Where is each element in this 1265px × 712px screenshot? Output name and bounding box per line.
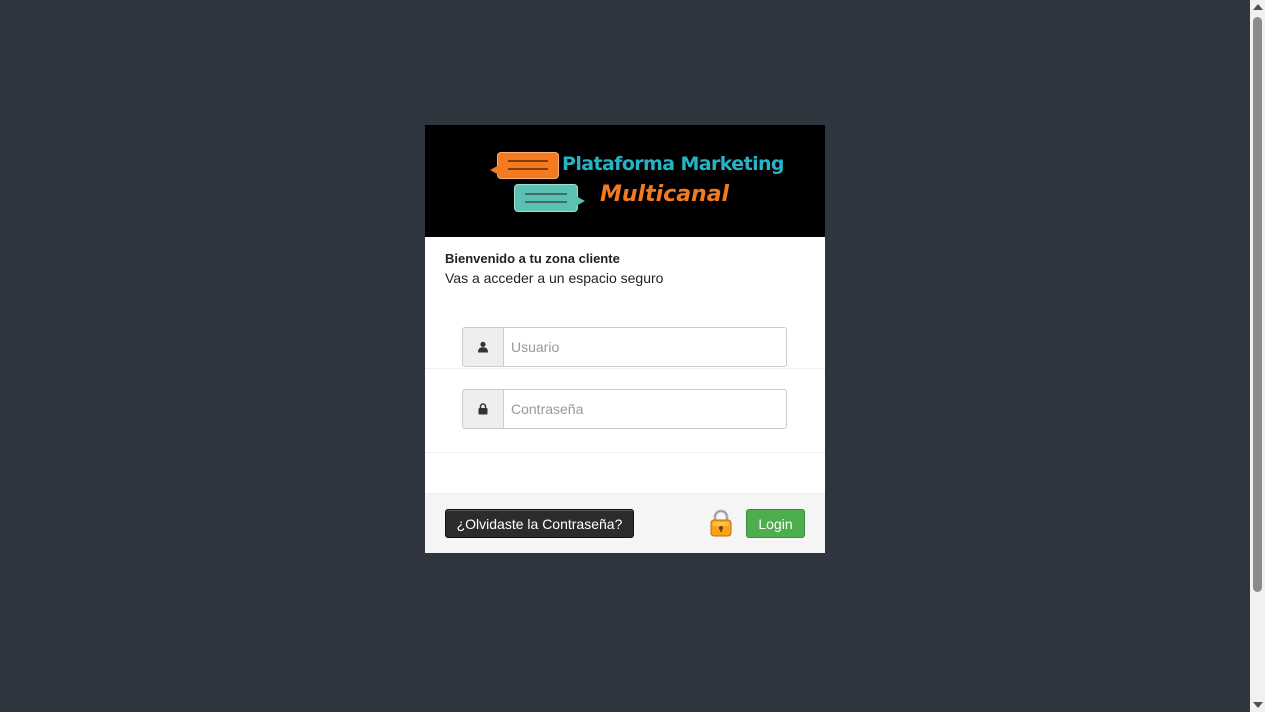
login-button[interactable]: Login bbox=[746, 509, 805, 538]
password-input[interactable] bbox=[503, 389, 787, 429]
login-card: Plataforma Marketing Multicanal Bienveni… bbox=[425, 125, 825, 553]
orange-chat-bubble-icon bbox=[490, 152, 559, 179]
scrollbar-thumb[interactable] bbox=[1253, 17, 1262, 592]
logo-header: Plataforma Marketing Multicanal bbox=[425, 125, 825, 237]
lock-icon bbox=[462, 389, 503, 429]
password-row bbox=[425, 369, 825, 453]
welcome-block: Bienvenido a tu zona cliente Vas a acced… bbox=[425, 237, 825, 286]
user-icon bbox=[462, 327, 503, 367]
brand-subtitle: Multicanal bbox=[600, 182, 730, 207]
username-row bbox=[425, 306, 825, 369]
welcome-subtitle: Vas a acceder a un espacio seguro bbox=[445, 270, 664, 286]
forgot-password-button[interactable]: ¿Olvidaste la Contraseña? bbox=[445, 509, 634, 538]
scroll-down-arrow-icon[interactable] bbox=[1253, 702, 1263, 708]
brand-title: Plataforma Marketing bbox=[562, 153, 785, 175]
username-group bbox=[462, 327, 787, 367]
scroll-up-arrow-icon[interactable] bbox=[1253, 4, 1263, 10]
username-input[interactable] bbox=[503, 327, 787, 367]
page-scrollbar[interactable] bbox=[1250, 0, 1265, 712]
padlock-icon bbox=[709, 508, 733, 538]
form-footer: ¿Olvidaste la Contraseña? Login bbox=[425, 493, 825, 553]
teal-chat-bubble-icon bbox=[514, 184, 585, 212]
welcome-title: Bienvenido a tu zona cliente bbox=[445, 251, 620, 266]
password-group bbox=[462, 389, 787, 429]
